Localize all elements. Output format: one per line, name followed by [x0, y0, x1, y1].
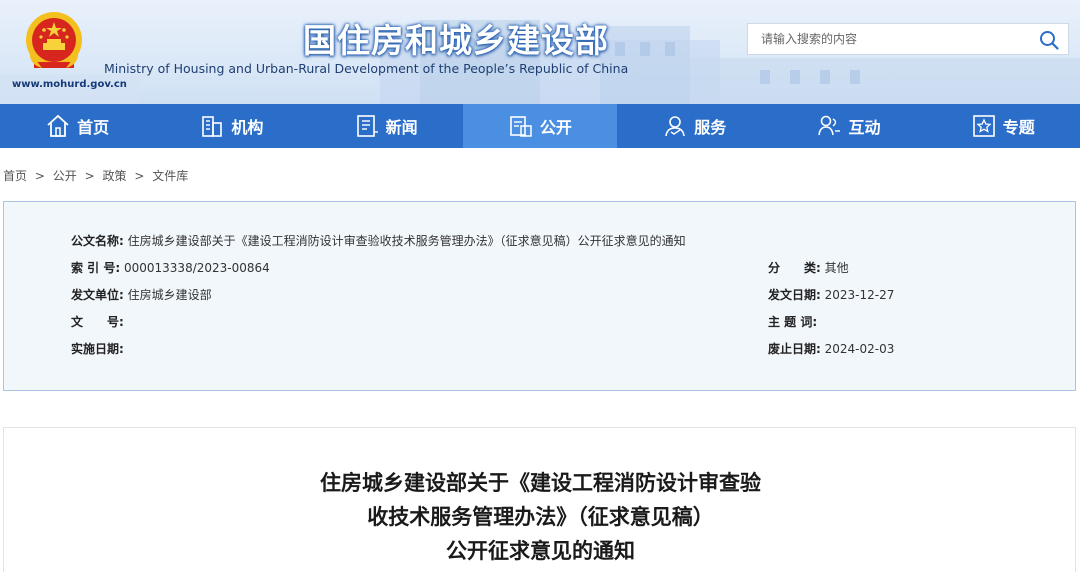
nav-item-label: 新闻 — [385, 118, 418, 137]
breadcrumb: 首页 > 公开 > 政策 > 文件库 — [3, 167, 192, 184]
banner-decoration — [690, 58, 1080, 104]
nav-item-label: 互动 — [848, 118, 881, 137]
category-label: 分 类: — [768, 261, 821, 275]
service-icon — [665, 116, 685, 137]
article-title: 住房城乡建设部关于《建设工程消防设计审查验 收技术服务管理办法》（征求意见稿） … — [4, 466, 1077, 568]
breadcrumb-library[interactable]: 文件库 — [152, 169, 188, 183]
issue-date-label: 发文日期: — [768, 288, 821, 302]
issue-date-value: 2023-12-27 — [824, 288, 895, 302]
article-container: 住房城乡建设部关于《建设工程消防设计审查验 收技术服务管理办法》（征求意见稿） … — [3, 427, 1076, 572]
effective-date-label: 实施日期: — [71, 342, 124, 356]
article-title-line: 收技术服务管理办法》（征求意见稿） — [367, 505, 714, 529]
breadcrumb-policy[interactable]: 政策 — [102, 169, 126, 183]
keywords-row: 主 题 词: — [768, 313, 817, 330]
nav-item-label: 专题 — [1002, 118, 1035, 137]
nav-item-home[interactable]: 首页 — [0, 104, 154, 148]
banner-decoration — [820, 70, 830, 84]
nav-item-label: 首页 — [77, 118, 110, 137]
nav-item-organization[interactable]: 机构 — [154, 104, 308, 148]
article-title-line: 住房城乡建设部关于《建设工程消防设计审查验 — [320, 471, 761, 495]
banner-decoration — [760, 70, 770, 84]
issue-date-row: 发文日期: 2023-12-27 — [768, 286, 894, 303]
nav-item-topic[interactable]: 专题 — [926, 104, 1080, 148]
home-icon — [47, 114, 69, 137]
interaction-icon — [818, 115, 841, 136]
search-box — [747, 23, 1069, 55]
article-title-line: 公开征求意见的通知 — [446, 539, 635, 563]
site-header: www.mohurd.gov.cn 国住房和城乡建设部 Ministry of … — [0, 0, 1080, 104]
nav-item-interaction[interactable]: 互动 — [771, 104, 925, 148]
banner-decoration — [850, 70, 860, 84]
nav-item-service[interactable]: 服务 — [617, 104, 771, 148]
issuer-row: 发文单位: 住房城乡建设部 — [71, 286, 212, 303]
banner-decoration — [790, 70, 800, 84]
category-row: 分 类: 其他 — [768, 259, 849, 276]
disclosure-icon — [510, 116, 532, 137]
document-info-panel: 公文名称: 住房城乡建设部关于《建设工程消防设计审查验收技术服务管理办法》（征求… — [3, 201, 1076, 391]
breadcrumb-separator: > — [34, 169, 45, 183]
expiry-date-value: 2024-02-03 — [824, 342, 895, 356]
news-icon — [356, 115, 378, 137]
keywords-label: 主 题 词: — [768, 315, 818, 329]
index-label: 索 引 号: — [71, 261, 121, 275]
search-input[interactable] — [748, 24, 1028, 54]
doc-name-value: 住房城乡建设部关于《建设工程消防设计审查验收技术服务管理办法》（征求意见稿）公开… — [127, 234, 686, 248]
docno-label: 文 号: — [71, 315, 124, 329]
topic-icon — [972, 115, 995, 137]
search-icon[interactable] — [1038, 29, 1060, 51]
nav-item-news[interactable]: 新闻 — [309, 104, 463, 148]
doc-name-row: 公文名称: 住房城乡建设部关于《建设工程消防设计审查验收技术服务管理办法》（征求… — [71, 232, 686, 249]
banner-decoration — [640, 42, 650, 56]
effective-date-row: 实施日期: — [71, 340, 124, 357]
breadcrumb-home[interactable]: 首页 — [3, 169, 27, 183]
nav-item-disclosure[interactable]: 公开 — [462, 104, 618, 148]
expiry-date-label: 废止日期: — [768, 342, 821, 356]
breadcrumb-separator: > — [84, 169, 95, 183]
nav-item-label: 服务 — [694, 118, 727, 137]
doc-name-label: 公文名称: — [71, 234, 124, 248]
breadcrumb-separator: > — [134, 169, 145, 183]
banner-decoration — [615, 42, 625, 56]
building-icon — [202, 116, 223, 137]
expiry-date-row: 废止日期: 2024-02-03 — [768, 340, 894, 357]
site-title[interactable]: 国住房和城乡建设部 — [303, 14, 609, 62]
category-value: 其他 — [824, 261, 849, 275]
nav-item-label: 公开 — [539, 118, 572, 137]
issuer-value: 住房城乡建设部 — [127, 288, 212, 302]
docno-row: 文 号: — [71, 313, 124, 330]
breadcrumb-disclosure[interactable]: 公开 — [53, 169, 77, 183]
national-emblem-icon[interactable] — [22, 10, 86, 74]
issuer-label: 发文单位: — [71, 288, 124, 302]
site-url[interactable]: www.mohurd.gov.cn — [12, 79, 127, 90]
index-row: 索 引 号: 000013338/2023-00864 — [71, 259, 270, 276]
site-subtitle: Ministry of Housing and Urban-Rural Deve… — [104, 61, 629, 76]
nav-item-label: 机构 — [231, 118, 264, 137]
main-nav: 首页 机构 新闻 公开 服务 互动 专题 — [0, 104, 1080, 148]
banner-decoration — [665, 42, 675, 56]
index-value: 000013338/2023-00864 — [123, 261, 270, 275]
